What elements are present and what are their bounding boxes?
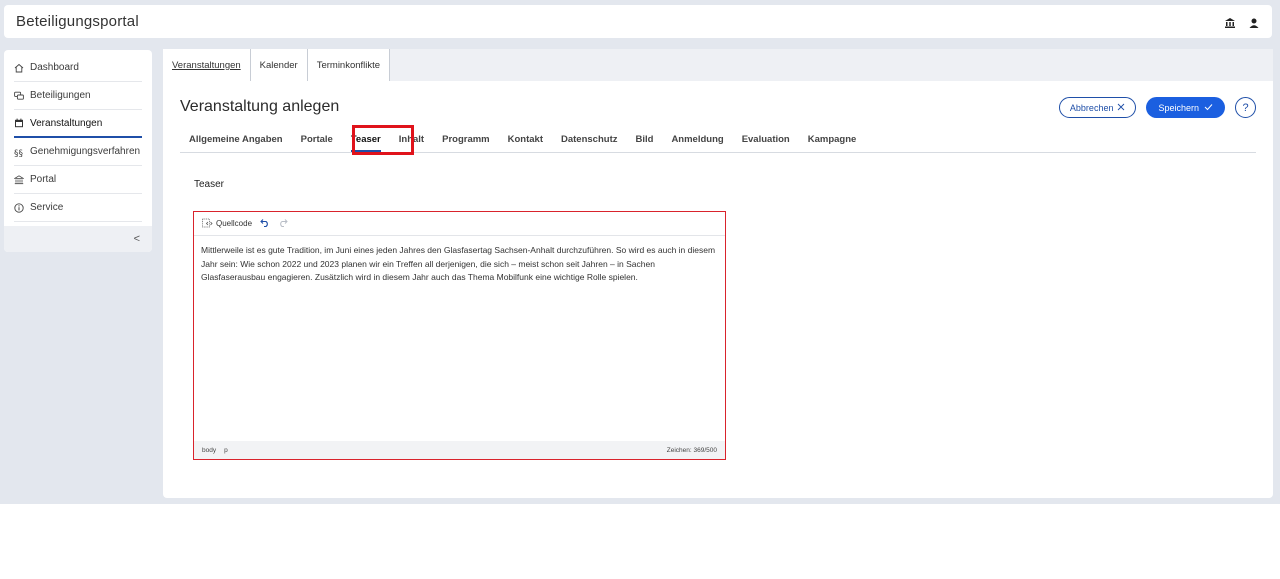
sidebar-item-label: Dashboard xyxy=(30,62,79,73)
sidebar-item-label: Veranstaltungen xyxy=(30,117,103,129)
cancel-button[interactable]: Abbrechen xyxy=(1058,97,1137,118)
redo-icon xyxy=(278,218,288,229)
active-tab-highlight xyxy=(352,125,414,155)
section-heading: Teaser xyxy=(194,179,225,190)
tab-label: Veranstaltungen xyxy=(172,59,241,71)
top-tab-bar: Veranstaltungen Kalender Terminkonflikte xyxy=(163,49,1273,81)
close-icon xyxy=(1117,103,1125,113)
sidebar-item-veranstaltungen[interactable]: Veranstaltungen xyxy=(14,110,142,138)
sidebar-item-label: Genehmigungsverfahren xyxy=(30,146,141,157)
tab-label: Terminkonflikte xyxy=(316,59,381,71)
chevron-left-icon: < xyxy=(133,233,140,245)
main-panel: Veranstaltungen Kalender Terminkonflikte… xyxy=(163,49,1273,498)
editor-toolbar: Quellcode xyxy=(194,212,725,236)
chat-icon xyxy=(14,91,24,101)
teaser-editor: Quellcode Mittlerweile ist es gute Tradi… xyxy=(193,211,726,460)
source-code-button[interactable]: Quellcode xyxy=(202,218,252,230)
sidebar-item-portal[interactable]: Portal xyxy=(13,166,142,194)
tab-anmeldung[interactable]: Anmeldung xyxy=(662,127,732,153)
section-icon: §§ xyxy=(14,147,24,159)
tab-kalender[interactable]: Kalender xyxy=(250,49,308,81)
sidebar-item-beteiligungen[interactable]: Beteiligungen xyxy=(14,82,142,110)
tab-terminkonflikte[interactable]: Terminkonflikte xyxy=(307,49,391,81)
sidebar-item-label: Service xyxy=(30,202,64,213)
tab-bild[interactable]: Bild xyxy=(626,127,662,153)
check-icon xyxy=(1204,103,1213,113)
tab-bar-filler xyxy=(390,49,1273,81)
sidebar-item-dashboard[interactable]: Dashboard xyxy=(14,54,142,82)
page-title: Veranstaltung anlegen xyxy=(180,98,340,115)
page-actions: Abbrechen Speichern ? xyxy=(1058,97,1256,118)
tab-kontakt[interactable]: Kontakt xyxy=(499,127,552,153)
redo-button[interactable] xyxy=(278,218,288,229)
user-icon[interactable] xyxy=(1248,16,1260,28)
tab-evaluation[interactable]: Evaluation xyxy=(733,127,799,153)
sidebar: Dashboard Beteiligungen Veranstaltungen … xyxy=(4,50,152,252)
source-code-icon xyxy=(202,218,213,230)
tab-label: Kalender xyxy=(259,59,298,71)
info-icon xyxy=(14,202,24,213)
home-icon xyxy=(14,63,24,73)
help-button[interactable]: ? xyxy=(1235,97,1256,118)
character-count: Zeichen: 369/500 xyxy=(666,446,717,454)
path-item-p[interactable]: p xyxy=(224,447,228,454)
tab-datenschutz[interactable]: Datenschutz xyxy=(552,127,626,153)
sidebar-collapse-button[interactable]: < xyxy=(4,226,152,252)
editor-statusbar: body p Zeichen: 369/500 xyxy=(194,441,725,459)
header-icons xyxy=(1224,16,1260,28)
bank-icon[interactable] xyxy=(1224,16,1236,28)
calendar-icon xyxy=(14,118,24,128)
editor-content-area[interactable]: Mittlerweile ist es gute Tradition, im J… xyxy=(194,236,725,441)
top-header: Beteiligungsportal xyxy=(4,5,1272,38)
svg-text:§§: §§ xyxy=(14,149,24,157)
save-label: Speichern xyxy=(1158,102,1199,113)
tab-veranstaltungen[interactable]: Veranstaltungen xyxy=(163,49,251,81)
sidebar-item-service[interactable]: Service xyxy=(14,194,142,222)
sidebar-item-label: Portal xyxy=(30,174,57,185)
tab-allgemeine-angaben[interactable]: Allgemeine Angaben xyxy=(180,127,292,153)
source-code-label: Quellcode xyxy=(216,219,253,228)
undo-icon xyxy=(260,218,270,229)
path-item-body[interactable]: body xyxy=(202,447,216,454)
app-title: Beteiligungsportal xyxy=(16,13,139,30)
sidebar-item-label: Beteiligungen xyxy=(30,90,91,101)
bank-icon xyxy=(13,174,25,185)
undo-button[interactable] xyxy=(260,218,270,229)
sidebar-item-genehmigungsverfahren[interactable]: §§ Genehmigungsverfahren xyxy=(14,138,142,166)
tab-portale[interactable]: Portale xyxy=(292,127,342,153)
save-button[interactable]: Speichern xyxy=(1146,97,1225,118)
tab-kampagne[interactable]: Kampagne xyxy=(799,127,866,153)
element-path: body p xyxy=(202,447,228,454)
form-section-tabs: Allgemeine Angaben Portale Teaser Inhalt… xyxy=(180,125,1256,155)
cancel-label: Abbrechen xyxy=(1069,102,1114,113)
tab-programm[interactable]: Programm xyxy=(433,127,499,153)
